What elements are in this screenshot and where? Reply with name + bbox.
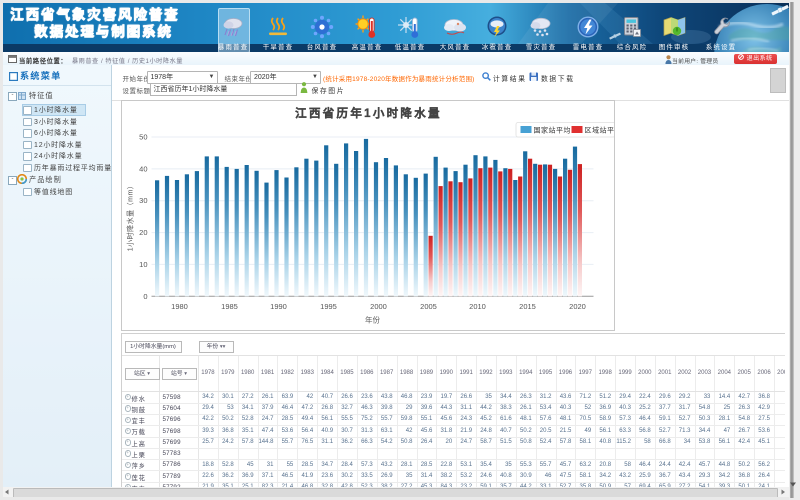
svg-text:2015: 2015	[519, 302, 536, 311]
svg-text:年份: 年份	[365, 314, 380, 324]
svg-text:0: 0	[143, 291, 147, 300]
svg-text:2020: 2020	[569, 302, 586, 311]
svg-text:1985: 1985	[221, 302, 238, 311]
svg-text:江西省历年1小时降水量: 江西省历年1小时降水量	[295, 106, 442, 120]
svg-text:2005: 2005	[420, 302, 437, 311]
svg-text:40: 40	[139, 164, 147, 173]
svg-text:10: 10	[139, 259, 147, 268]
svg-text:2010: 2010	[469, 302, 486, 311]
svg-text:20: 20	[139, 228, 147, 237]
svg-text:国家站平均: 国家站平均	[533, 125, 571, 134]
svg-text:1995: 1995	[320, 302, 337, 311]
svg-text:1990: 1990	[270, 302, 287, 311]
svg-text:2000: 2000	[370, 302, 387, 311]
svg-text:1980: 1980	[171, 302, 188, 311]
svg-text:50: 50	[139, 132, 147, 141]
svg-text:区域站平均: 区域站平均	[584, 125, 614, 134]
svg-text:1小时降水量（mm）: 1小时降水量（mm）	[125, 181, 134, 251]
svg-text:30: 30	[139, 196, 147, 205]
